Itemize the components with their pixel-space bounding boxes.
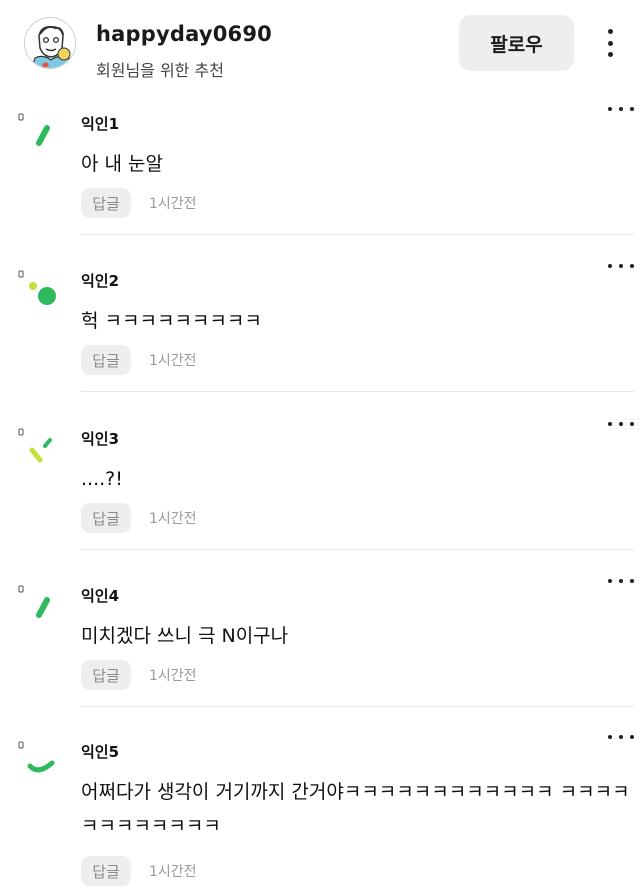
comment-author[interactable]: 익인4	[81, 585, 119, 606]
comment-actions: 답글 1시간전	[81, 856, 197, 886]
comment-text: 미치겠다 쓰니 극 N이구나	[81, 625, 289, 647]
comment-timestamp: 1시간전	[149, 864, 197, 880]
comment-author[interactable]: 익인5	[81, 741, 119, 762]
comment-actions: 답글 1시간전	[81, 345, 197, 375]
comment-actions: 답글 1시간전	[81, 188, 197, 218]
comment-author[interactable]: 익인2	[81, 270, 119, 291]
comment-timestamp: 1시간전	[149, 196, 197, 212]
comment-text: 아 내 눈알	[81, 153, 163, 175]
post-header: happyday0690 회원님을 위한 추천 팔로우	[0, 0, 640, 96]
comment-text: 어쩌다가 생각이 거기까지 간거야ㅋㅋㅋㅋㅋㅋㅋㅋㅋㅋㅋㅋ ㅋㅋㅋㅋㅋㅋㅋㅋㅋㅋ…	[81, 781, 630, 837]
reply-button[interactable]: 답글	[81, 660, 131, 690]
green-stroke-avatar-icon	[18, 113, 50, 146]
horizontal-ellipsis-icon[interactable]	[608, 260, 634, 272]
green-stroke-avatar-icon	[18, 585, 50, 618]
horizontal-ellipsis-icon[interactable]	[608, 418, 634, 430]
comment-author[interactable]: 익인1	[81, 113, 119, 134]
vertical-ellipsis-icon[interactable]	[598, 25, 622, 61]
cartoon-character-avatar-icon	[25, 18, 75, 68]
comment-text: 헉 ㅋㅋㅋㅋㅋㅋㅋㅋㅋ	[81, 310, 262, 332]
comment-timestamp: 1시간전	[149, 353, 197, 369]
profile-avatar[interactable]	[24, 17, 76, 69]
green-arc-avatar-icon	[18, 741, 55, 773]
comment-actions: 답글 1시간전	[81, 503, 197, 533]
recommendation-subtitle: 회원님을 위한 추천	[96, 61, 224, 80]
comment-screen: happyday0690 회원님을 위한 추천 팔로우 익인1 아 내 눈알 답…	[0, 0, 640, 896]
horizontal-ellipsis-icon[interactable]	[608, 103, 634, 115]
divider	[81, 549, 634, 550]
horizontal-ellipsis-icon[interactable]	[608, 731, 634, 743]
follow-button[interactable]: 팔로우	[459, 15, 574, 71]
reply-button[interactable]: 답글	[81, 345, 131, 375]
reply-button[interactable]: 답글	[81, 503, 131, 533]
lime-strokes-avatar-icon	[18, 428, 52, 463]
username[interactable]: happyday0690	[96, 22, 272, 46]
comment-actions: 답글 1시간전	[81, 660, 197, 690]
comment-timestamp: 1시간전	[149, 511, 197, 527]
reply-button[interactable]: 답글	[81, 856, 131, 886]
divider	[81, 234, 634, 235]
green-dots-avatar-icon	[18, 270, 56, 305]
comment-author[interactable]: 익인3	[81, 428, 119, 449]
comment-text: ....?!	[81, 468, 123, 490]
divider	[81, 706, 634, 707]
reply-button[interactable]: 답글	[81, 188, 131, 218]
divider	[81, 391, 634, 392]
horizontal-ellipsis-icon[interactable]	[608, 575, 634, 587]
comment-timestamp: 1시간전	[149, 668, 197, 684]
